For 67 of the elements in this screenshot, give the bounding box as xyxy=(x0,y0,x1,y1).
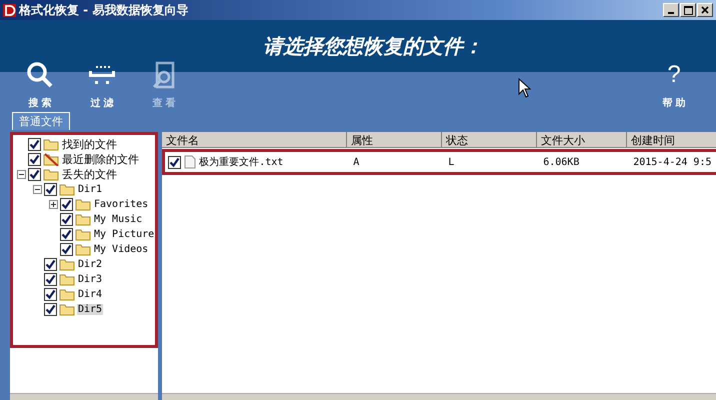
tree-item[interactable]: Favorites xyxy=(93,199,150,210)
checkbox[interactable] xyxy=(28,138,41,151)
checkbox[interactable] xyxy=(44,183,57,196)
folder-icon xyxy=(43,168,59,181)
expand-icon[interactable] xyxy=(49,200,58,209)
table-cell-text: A xyxy=(352,156,360,168)
crossed-folder-icon xyxy=(43,153,59,166)
close-icon xyxy=(701,6,709,14)
maximize-icon xyxy=(684,6,692,14)
horizontal-scrollbar[interactable] xyxy=(10,393,158,400)
tree-item[interactable]: 找到的文件 xyxy=(61,137,118,152)
tree-item[interactable]: My Picture xyxy=(93,229,156,240)
checkbox[interactable] xyxy=(28,153,41,166)
column-header[interactable]: 文件名 xyxy=(162,132,348,148)
window-title: 格式化恢复 - 易我数据恢复向导 xyxy=(19,2,190,18)
tree-item[interactable]: My Videos xyxy=(93,244,150,255)
page-heading: 请选择您想恢复的文件： xyxy=(262,32,483,60)
tree-item[interactable]: 丢失的文件 xyxy=(61,167,118,182)
checkbox[interactable] xyxy=(44,258,57,271)
tree-item[interactable]: My Music xyxy=(93,214,144,225)
horizontal-scrollbar[interactable] xyxy=(162,393,716,400)
checkbox[interactable] xyxy=(168,156,182,168)
cursor-icon xyxy=(518,78,532,98)
checkbox[interactable] xyxy=(60,198,73,211)
checkbox[interactable] xyxy=(60,243,73,256)
maximize-button[interactable] xyxy=(680,3,696,17)
table-cell-text: 6.06KB xyxy=(542,156,580,168)
column-header[interactable]: 文件大小 xyxy=(537,132,628,148)
tree-item[interactable]: Dir4 xyxy=(77,289,104,300)
folder-icon xyxy=(59,258,75,271)
checkbox[interactable] xyxy=(44,303,57,316)
folder-icon xyxy=(59,303,75,316)
folder-icon xyxy=(75,243,91,256)
checkbox[interactable] xyxy=(44,288,57,301)
checkbox[interactable] xyxy=(60,228,73,241)
collapse-icon[interactable] xyxy=(17,170,26,179)
checkbox[interactable] xyxy=(60,213,73,226)
table-cell-text: 2015-4-24 9:5 xyxy=(632,156,712,168)
folder-icon xyxy=(59,273,75,286)
collapse-icon[interactable] xyxy=(33,185,42,194)
tree-item[interactable]: Dir2 xyxy=(77,259,104,270)
column-header[interactable]: 属性 xyxy=(347,132,442,148)
column-header[interactable]: 状态 xyxy=(442,132,538,148)
tree-item[interactable]: 最近删除的文件 xyxy=(61,152,140,167)
toolbar-button[interactable]: 搜 索 xyxy=(18,60,62,110)
minimize-button[interactable] xyxy=(663,3,679,17)
table-cell-text: L xyxy=(447,156,456,168)
close-button[interactable] xyxy=(697,3,713,17)
folder-icon xyxy=(75,198,91,211)
column-header[interactable]: 创建时间 xyxy=(627,132,716,148)
tree-item[interactable]: Dir5 xyxy=(77,304,104,315)
folder-icon xyxy=(43,138,59,151)
tree-item[interactable]: Dir1 xyxy=(77,184,104,195)
folder-icon xyxy=(75,228,91,241)
folder-icon xyxy=(75,213,91,226)
folder-icon xyxy=(59,288,75,301)
checkbox[interactable] xyxy=(44,273,57,286)
app-logo-icon xyxy=(3,4,16,16)
toolbar-button[interactable]: 过 滤 xyxy=(80,60,124,110)
tab[interactable]: 普通文件 xyxy=(12,112,70,130)
document-icon xyxy=(184,155,196,169)
table-cell-text: 极为重要文件.txt xyxy=(199,156,284,169)
search-icon xyxy=(25,60,55,90)
checkbox[interactable] xyxy=(28,168,41,181)
folder-icon xyxy=(59,183,75,196)
tree-item[interactable]: Dir3 xyxy=(77,274,104,285)
help-button[interactable]: ? 帮 助 xyxy=(652,60,696,110)
